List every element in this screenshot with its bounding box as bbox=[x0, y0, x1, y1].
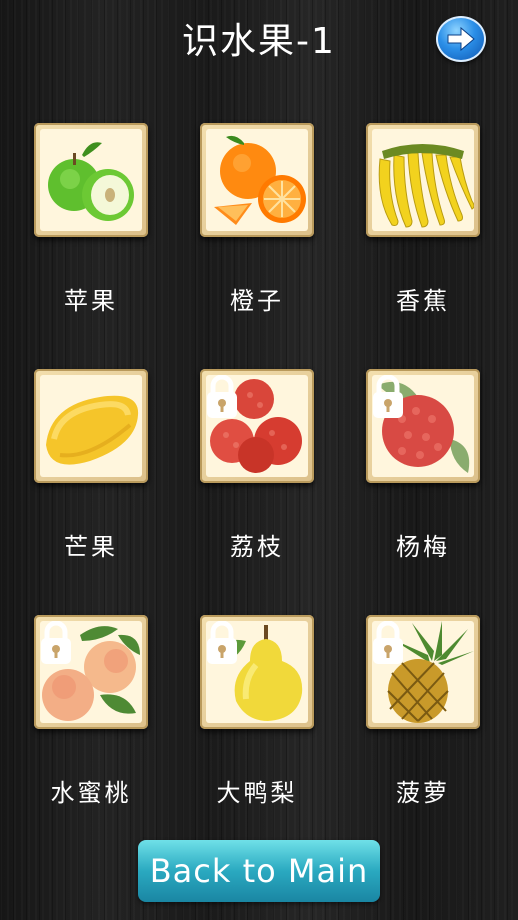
apple-image bbox=[48, 142, 134, 221]
fruit-label: 香蕉 bbox=[396, 287, 450, 315]
lock-icon bbox=[373, 621, 403, 664]
fruit-tile[interactable] bbox=[200, 123, 314, 237]
fruit-label: 橙子 bbox=[230, 287, 284, 315]
lock-icon bbox=[207, 375, 237, 418]
fruit-label: 菠萝 bbox=[396, 779, 450, 807]
lock-icon bbox=[207, 621, 237, 664]
fruit-tile[interactable] bbox=[366, 123, 480, 237]
orange-image bbox=[214, 135, 306, 225]
fruit-label: 荔枝 bbox=[230, 533, 284, 561]
back-to-main-button[interactable]: Back to Main bbox=[138, 840, 380, 902]
lock-icon bbox=[41, 621, 71, 664]
fruit-tile[interactable] bbox=[366, 615, 480, 729]
fruit-tile[interactable] bbox=[34, 369, 148, 483]
banana-image bbox=[378, 144, 474, 228]
fruit-tile[interactable] bbox=[200, 369, 314, 483]
fruit-label: 苹果 bbox=[64, 287, 118, 315]
fruit-tile[interactable] bbox=[34, 123, 148, 237]
fruit-label: 杨梅 bbox=[396, 533, 450, 561]
mango-image bbox=[46, 395, 139, 465]
fruit-tile[interactable] bbox=[34, 615, 148, 729]
fruit-tile[interactable] bbox=[200, 615, 314, 729]
fruit-tile[interactable] bbox=[366, 369, 480, 483]
fruit-label: 水蜜桃 bbox=[50, 779, 132, 807]
fruit-label: 大鸭梨 bbox=[216, 779, 298, 807]
fruit-label: 芒果 bbox=[64, 533, 118, 561]
fruit-grid: 苹果 橙子 香蕉 芒果 荔枝 杨梅 水蜜桃 大鸭梨 菠萝 bbox=[0, 0, 518, 920]
lock-icon bbox=[373, 375, 403, 418]
